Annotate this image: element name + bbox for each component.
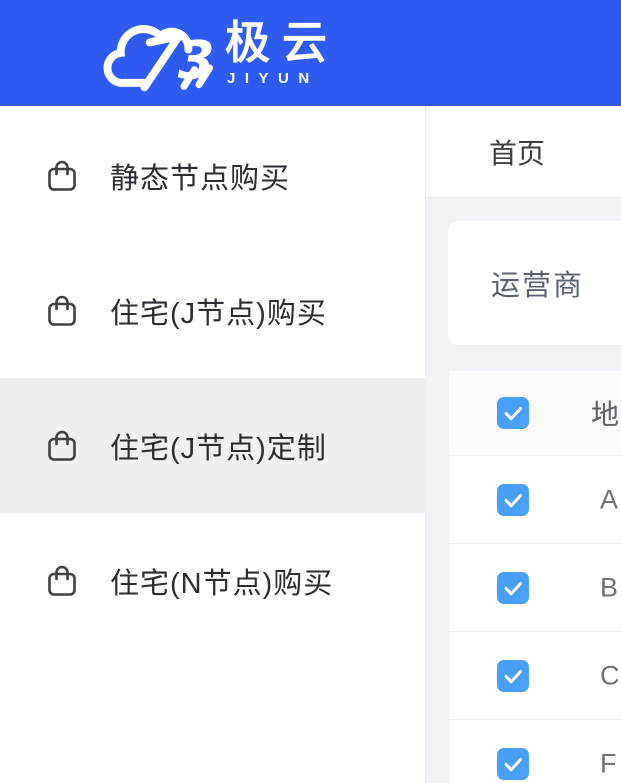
row-checkbox[interactable] bbox=[497, 484, 529, 516]
sidebar-item-label: 住宅(J节点)定制 bbox=[110, 425, 327, 467]
shopping-bag-icon bbox=[46, 564, 78, 598]
sidebar-item-label: 住宅(J节点)购买 bbox=[110, 290, 327, 332]
region-cell: C bbox=[600, 660, 620, 691]
sidebar-item-residential-n-node-purchase[interactable]: 住宅(N节点)购买 bbox=[0, 513, 425, 648]
brand-logo: 3 极云 JIYUN bbox=[97, 8, 339, 98]
shopping-bag-icon bbox=[46, 294, 78, 328]
main-content: 首页 运营商 地区 A bbox=[426, 106, 621, 783]
column-header-region: 地区 bbox=[591, 393, 621, 433]
page-area: 运营商 地区 A bbox=[426, 198, 621, 783]
brand-name-en: JIYUN bbox=[227, 70, 339, 87]
row-checkbox[interactable] bbox=[497, 572, 529, 604]
sidebar-item-label: 住宅(N节点)购买 bbox=[110, 560, 333, 602]
brand-name-zh: 极云 bbox=[225, 19, 339, 66]
region-table: 地区 A B C bbox=[449, 371, 621, 783]
carrier-filter-card: 运营商 bbox=[448, 221, 621, 345]
sidebar-item-static-node-purchase[interactable]: 静态节点购买 bbox=[0, 108, 425, 243]
table-row: C bbox=[449, 632, 621, 720]
tab-home[interactable]: 首页 bbox=[489, 132, 545, 172]
region-cell: B bbox=[600, 572, 618, 603]
region-cell: A bbox=[600, 484, 618, 515]
sidebar-item-label: 静态节点购买 bbox=[110, 155, 290, 197]
row-checkbox[interactable] bbox=[497, 660, 529, 692]
shopping-bag-icon bbox=[46, 429, 78, 463]
sidebar-item-residential-j-node-custom[interactable]: 住宅(J节点)定制 bbox=[0, 378, 425, 513]
row-checkbox[interactable] bbox=[497, 748, 529, 780]
tab-bar: 首页 bbox=[426, 106, 621, 198]
cloud-73-logo-icon: 3 bbox=[97, 8, 213, 98]
region-cell: F bbox=[600, 748, 617, 779]
table-row: B bbox=[449, 544, 621, 632]
carrier-filter-label: 运营商 bbox=[491, 262, 584, 304]
sidebar-item-residential-j-node-purchase[interactable]: 住宅(J节点)购买 bbox=[0, 243, 425, 378]
table-row: F bbox=[449, 720, 621, 783]
shopping-bag-icon bbox=[46, 159, 78, 193]
table-header-row: 地区 bbox=[449, 371, 621, 456]
sidebar-menu: 静态节点购买 住宅(J节点)购买 住宅(J节点)定制 住宅(N节点)购买 bbox=[0, 106, 426, 783]
select-all-checkbox[interactable] bbox=[497, 397, 529, 429]
app-header: 3 极云 JIYUN bbox=[0, 0, 621, 106]
table-row: A bbox=[449, 456, 621, 544]
